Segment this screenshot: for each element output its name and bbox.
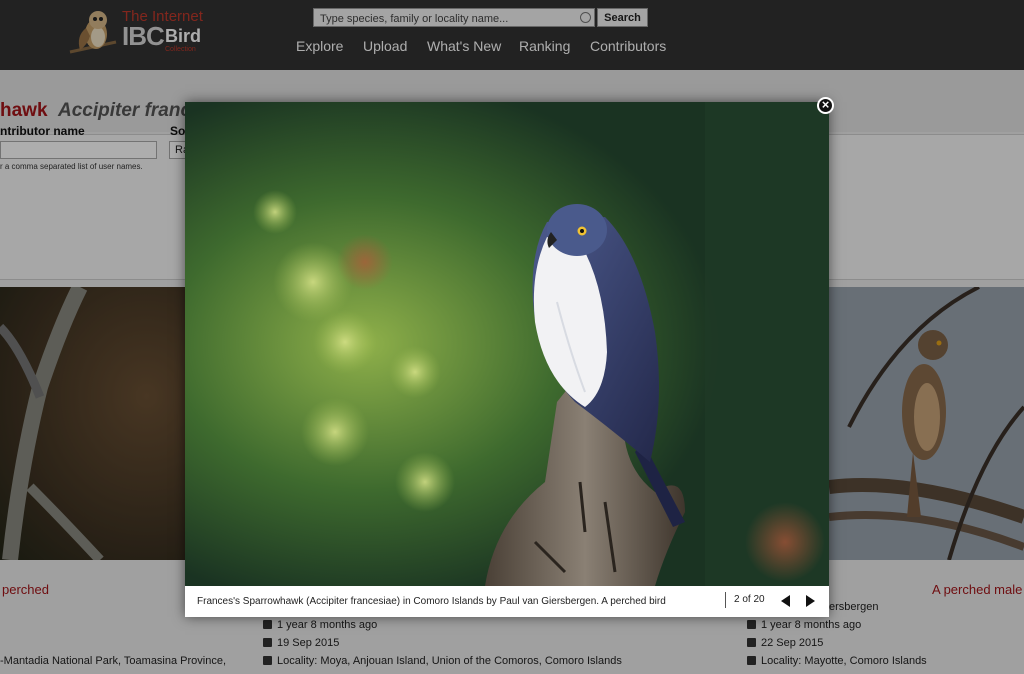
caption-divider: [725, 592, 726, 608]
close-glyph: ×: [821, 97, 830, 112]
lightbox-caption: Frances's Sparrowhawk (Accipiter frances…: [197, 596, 666, 607]
sparrowhawk-photo: [185, 102, 829, 586]
image-counter: 2 of 20: [734, 594, 765, 605]
triangle-left-icon[interactable]: [779, 594, 793, 608]
close-icon[interactable]: ×: [817, 97, 834, 114]
lightbox-photo[interactable]: [185, 102, 829, 586]
triangle-right-icon[interactable]: [803, 594, 817, 608]
photo-lightbox: Frances's Sparrowhawk (Accipiter frances…: [185, 102, 829, 617]
